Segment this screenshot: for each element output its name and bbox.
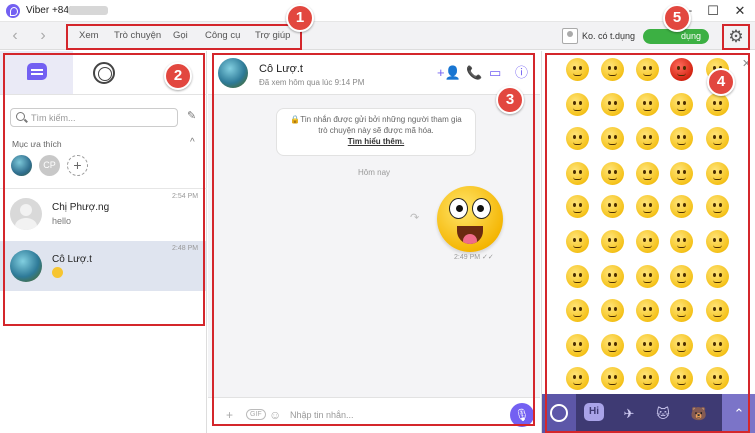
annotation-badge: 1 [286, 4, 314, 32]
maximize-button[interactable]: ☐ [704, 2, 722, 20]
phone-number-redacted [68, 6, 108, 15]
forward-button[interactable]: › [34, 27, 52, 45]
close-button[interactable]: ✕ [731, 2, 749, 20]
viber-logo-icon [6, 4, 20, 18]
annotation-box-chat [212, 53, 535, 426]
title-bar: Viber +849 ─ ☐ ✕ [0, 0, 755, 22]
annotation-badge: 3 [496, 86, 524, 114]
annotation-badge: 2 [164, 62, 192, 90]
annotation-box-settings [722, 24, 750, 50]
user-name[interactable]: Ko. có t.dụng [582, 31, 635, 41]
annotation-box-emoji [545, 53, 750, 433]
back-button[interactable]: ‹ [6, 27, 24, 45]
annotation-box-sidebar [3, 53, 205, 326]
user-avatar-icon[interactable] [562, 28, 578, 44]
annotation-badge: 4 [707, 68, 735, 96]
annotation-badge: 5 [663, 4, 691, 32]
annotation-box-menu [66, 24, 302, 50]
